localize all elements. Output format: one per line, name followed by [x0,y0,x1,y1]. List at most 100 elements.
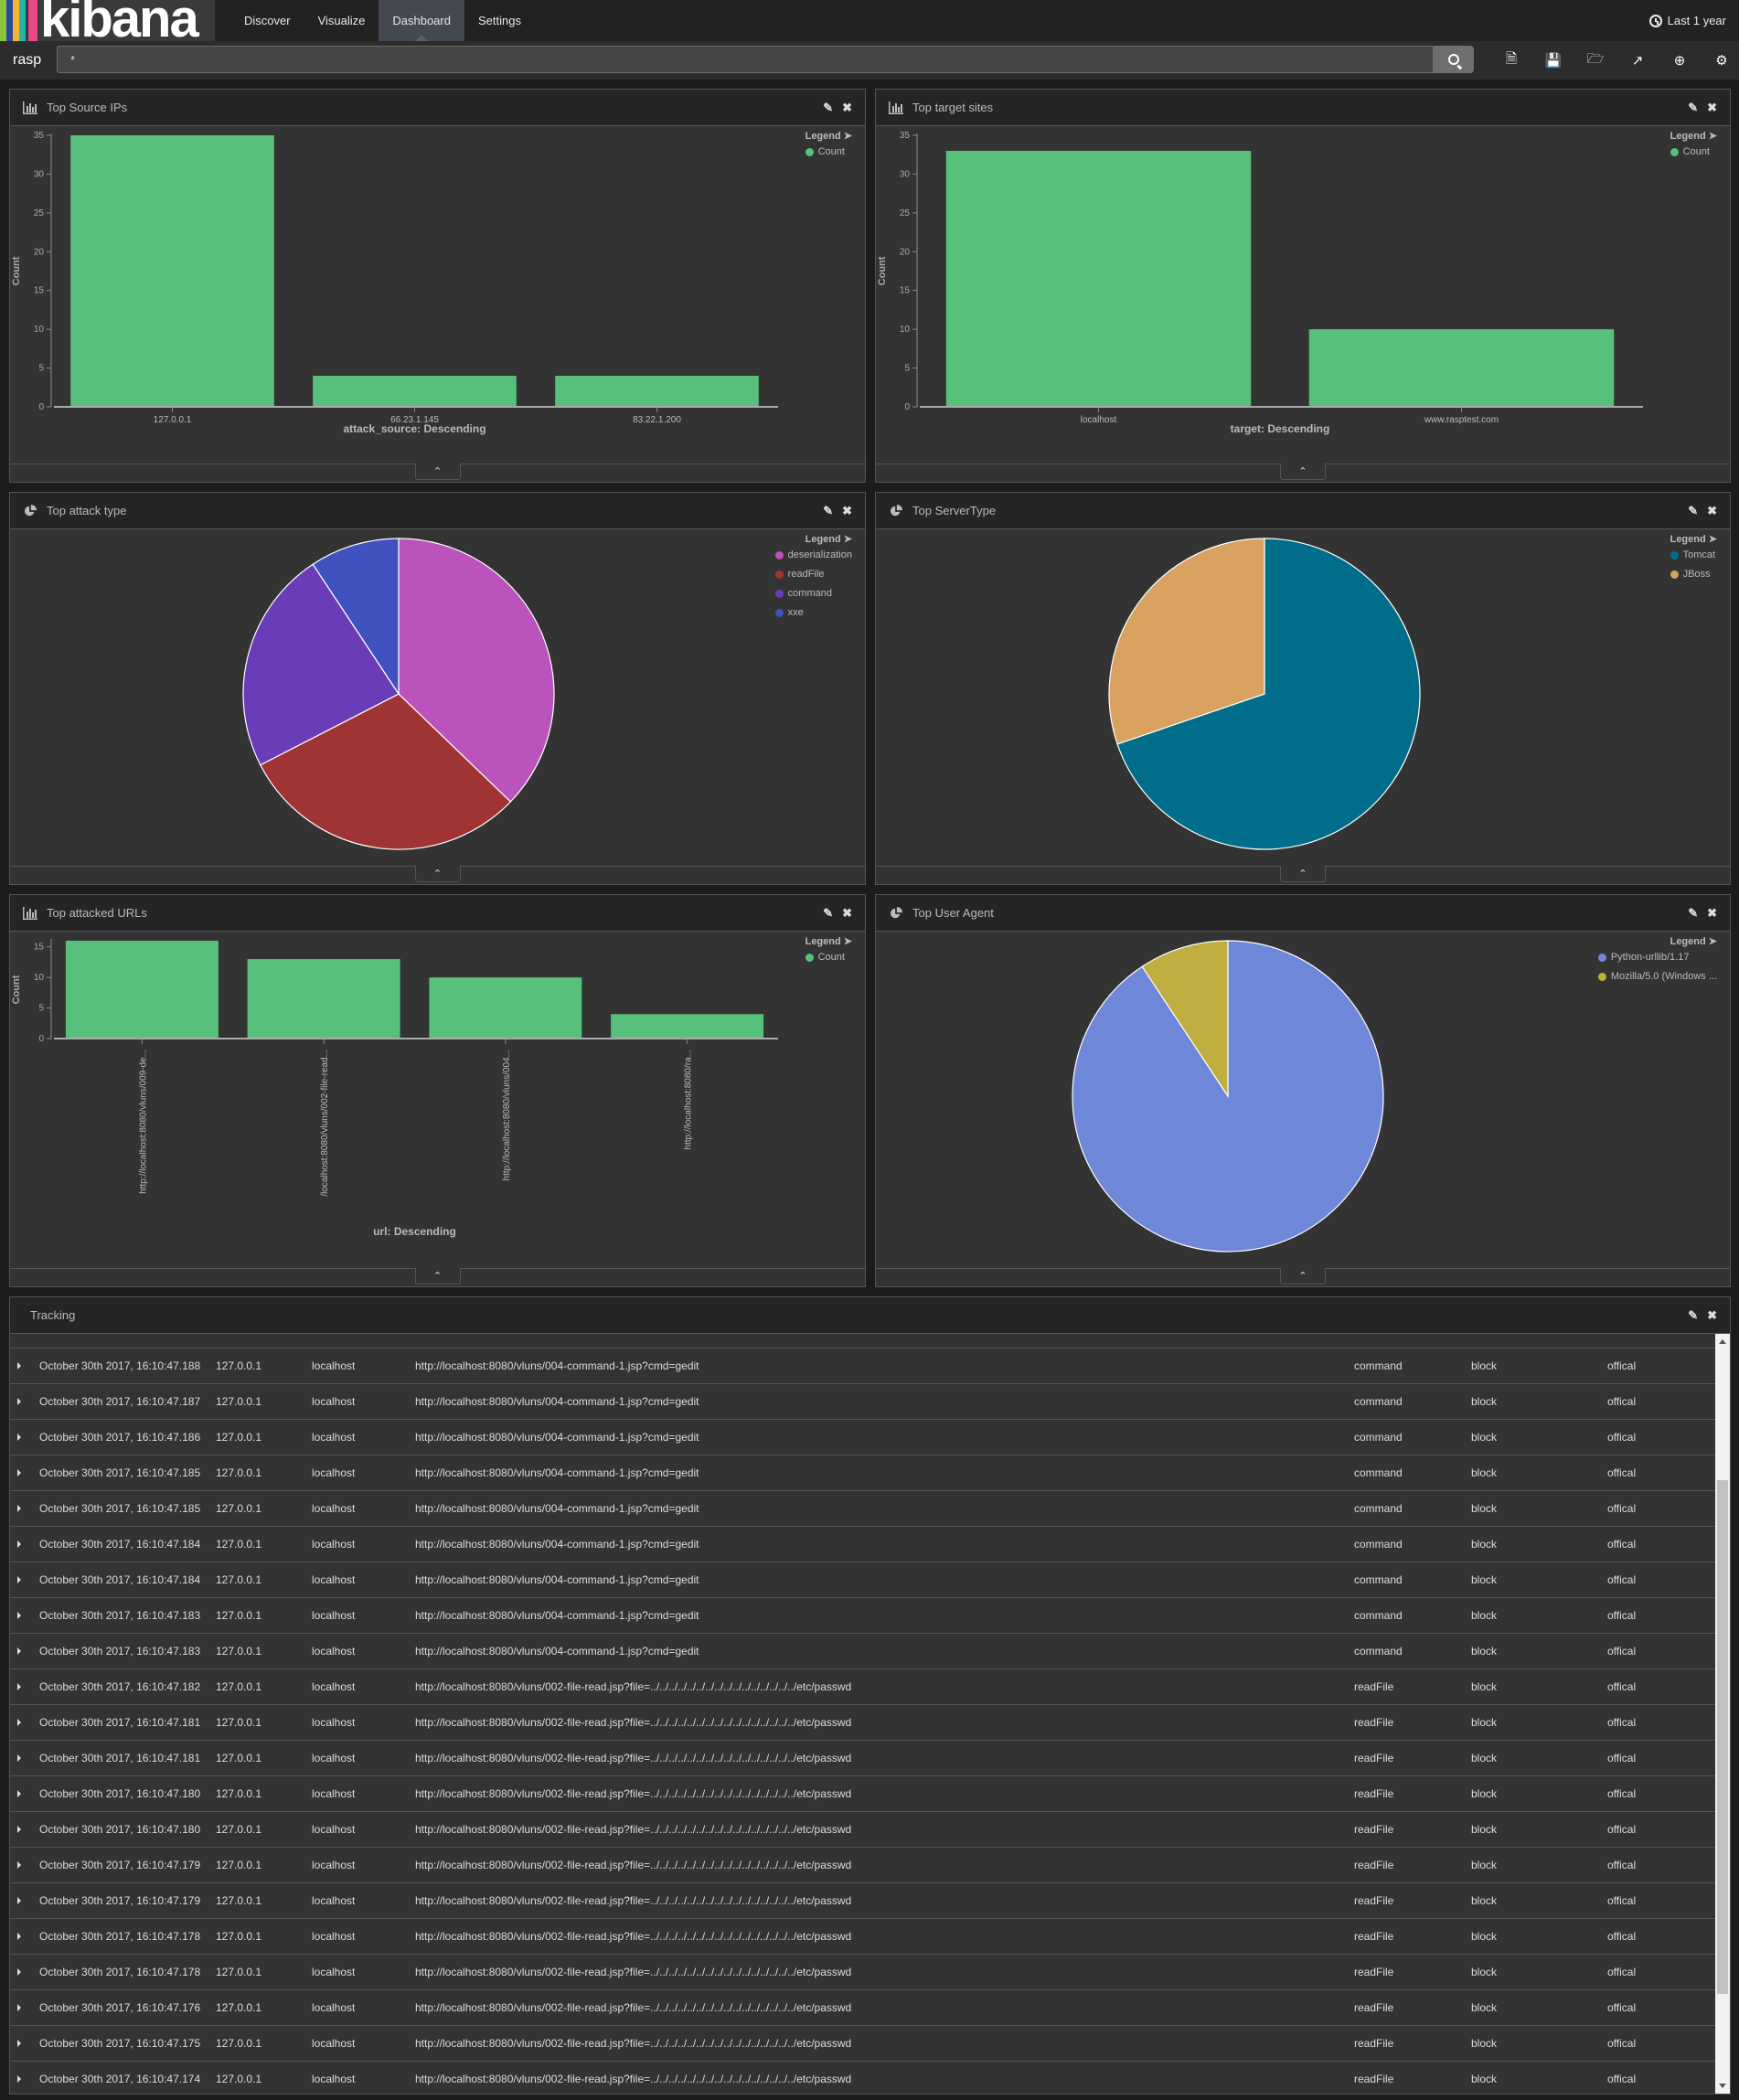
table-row[interactable]: October 30th 2017, 16:10:47.182 127.0.0.1… [10,1669,1715,1705]
expand-row-icon[interactable] [17,1826,21,1833]
table-row[interactable]: October 30th 2017, 16:10:47.184 127.0.0.1… [10,1527,1715,1562]
edit-icon[interactable]: ✎ [823,504,833,518]
expand-row-icon[interactable] [17,2040,21,2047]
expand-row-icon[interactable] [17,1612,21,1619]
legend-item[interactable]: Count [1670,146,1717,157]
collapse-toggle[interactable]: ⌃ [414,464,461,480]
expand-row-icon[interactable] [17,1576,21,1583]
table-row[interactable]: October 30th 2017, 16:10:47.174 127.0.0.1… [10,2062,1715,2094]
expand-row-icon[interactable] [17,1434,21,1441]
table-row[interactable]: October 30th 2017, 16:10:47.185 127.0.0.1… [10,1491,1715,1527]
table-row[interactable]: October 30th 2017, 16:10:47.186 127.0.0.1… [10,1420,1715,1455]
search-input[interactable] [57,46,1434,73]
edit-icon[interactable]: ✎ [823,101,833,115]
table-row[interactable]: October 30th 2017, 16:10:47.187 127.0.0.1… [10,1384,1715,1420]
kibana-logo[interactable]: kibana [0,0,215,41]
close-icon[interactable]: ✖ [1707,1308,1717,1323]
table-row[interactable]: October 30th 2017, 16:10:47.175 127.0.0.1… [10,2026,1715,2062]
open-dashboard-button[interactable]: 🗁 [1574,41,1616,80]
panel-header[interactable]: Top Source IPs ✎ ✖ [10,90,865,126]
legend-item[interactable]: Python-urllib/1.17 [1597,952,1717,963]
legend-item[interactable]: Mozilla/5.0 (Windows ... [1597,971,1717,982]
legend-item[interactable]: Count [805,952,852,963]
legend-item[interactable]: readFile [774,569,852,580]
close-icon[interactable]: ✖ [842,504,852,518]
legend-item[interactable]: deserialization [774,549,852,560]
table-row[interactable]: October 30th 2017, 16:10:47.176 127.0.0.1… [10,1990,1715,2026]
table-row[interactable]: October 30th 2017, 16:10:47.178 127.0.0.1… [10,1919,1715,1955]
legend-item[interactable]: JBoss [1670,569,1717,580]
panel-header[interactable]: Top target sites ✎ ✖ [876,90,1730,126]
scrollbar-thumb[interactable] [1717,1479,1728,1994]
edit-icon[interactable]: ✎ [823,906,833,921]
close-icon[interactable]: ✖ [1707,101,1717,115]
expand-row-icon[interactable] [17,1968,21,1976]
expand-row-icon[interactable] [17,1362,21,1370]
expand-row-icon[interactable] [17,1861,21,1869]
table-row[interactable]: October 30th 2017, 16:10:47.181 127.0.0.1… [10,1741,1715,1776]
share-button[interactable]: ↗ [1616,41,1659,80]
table-row[interactable]: October 30th 2017, 16:10:47.179 127.0.0.1… [10,1883,1715,1919]
panel-header[interactable]: Top ServerType ✎ ✖ [876,493,1730,529]
expand-row-icon[interactable] [17,1469,21,1476]
table-row[interactable]: October 30th 2017, 16:10:47.184 127.0.0.1… [10,1562,1715,1598]
table-row[interactable]: October 30th 2017, 16:10:47.181 127.0.0.1… [10,1705,1715,1741]
table-row[interactable]: October 30th 2017, 16:10:47.183 127.0.0.1… [10,1598,1715,1634]
scroll-up-icon[interactable] [1719,1339,1726,1344]
table-scrollbar[interactable] [1715,1334,1730,2094]
legend-item[interactable]: Tomcat [1670,549,1717,560]
collapse-toggle[interactable]: ⌃ [1280,464,1326,480]
close-icon[interactable]: ✖ [842,101,852,115]
save-dashboard-button[interactable]: 💾 [1532,41,1574,80]
expand-row-icon[interactable] [17,1933,21,1940]
expand-row-icon[interactable] [17,2075,21,2083]
panel-header[interactable]: Top attacked URLs ✎ ✖ [10,895,865,932]
table-row[interactable]: October 30th 2017, 16:10:47.180 127.0.0.1… [10,1776,1715,1812]
table-row[interactable]: October 30th 2017, 16:10:47.178 127.0.0.1… [10,1955,1715,1990]
expand-row-icon[interactable] [17,1790,21,1797]
expand-row-icon[interactable] [17,1719,21,1726]
legend-toggle[interactable]: Legend ➤ [1670,130,1717,142]
legend-item[interactable]: xxe [774,607,852,618]
collapse-toggle[interactable]: ⌃ [1280,866,1326,882]
expand-row-icon[interactable] [17,1398,21,1405]
legend-toggle[interactable]: Legend ➤ [805,935,852,947]
expand-row-icon[interactable] [17,1540,21,1548]
close-icon[interactable]: ✖ [842,906,852,921]
collapse-toggle[interactable]: ⌃ [414,1268,461,1285]
edit-icon[interactable]: ✎ [1688,906,1698,921]
collapse-toggle[interactable]: ⌃ [414,866,461,882]
search-button[interactable] [1434,46,1474,73]
panel-header[interactable]: Tracking ✎ ✖ [10,1297,1730,1334]
panel-header[interactable]: Top attack type ✎ ✖ [10,493,865,529]
new-dashboard-button[interactable]: 🗎 [1490,41,1532,80]
table-row[interactable]: October 30th 2017, 16:10:47.183 127.0.0.1… [10,1634,1715,1669]
legend-item[interactable]: Count [805,146,852,157]
edit-icon[interactable]: ✎ [1688,1308,1698,1323]
time-picker[interactable]: Last 1 year [1648,0,1726,41]
table-row[interactable]: October 30th 2017, 16:10:47.185 127.0.0.1… [10,1455,1715,1491]
legend-item[interactable]: command [774,588,852,599]
legend-toggle[interactable]: Legend ➤ [805,130,852,142]
add-panel-button[interactable]: ⊕ [1659,41,1701,80]
legend-toggle[interactable]: Legend ➤ [1670,533,1717,545]
nav-discover[interactable]: Discover [230,0,304,41]
close-icon[interactable]: ✖ [1707,906,1717,921]
table-row[interactable]: October 30th 2017, 16:10:47.188 127.0.0.1… [10,1348,1715,1384]
expand-row-icon[interactable] [17,1754,21,1762]
expand-row-icon[interactable] [17,2004,21,2011]
edit-icon[interactable]: ✎ [1688,101,1698,115]
options-button[interactable]: ⚙ [1701,41,1739,80]
close-icon[interactable]: ✖ [1707,504,1717,518]
nav-visualize[interactable]: Visualize [304,0,379,41]
panel-header[interactable]: Top User Agent ✎ ✖ [876,895,1730,932]
nav-dashboard[interactable]: Dashboard [379,0,464,41]
expand-row-icon[interactable] [17,1683,21,1690]
collapse-toggle[interactable]: ⌃ [1280,1268,1326,1285]
table-row[interactable]: October 30th 2017, 16:10:47.180 127.0.0.1… [10,1812,1715,1848]
legend-toggle[interactable]: Legend ➤ [775,533,852,545]
nav-settings[interactable]: Settings [464,0,535,41]
scroll-down-icon[interactable] [1719,2084,1726,2088]
table-row[interactable]: October 30th 2017, 16:10:47.179 127.0.0.1… [10,1848,1715,1883]
expand-row-icon[interactable] [17,1505,21,1512]
